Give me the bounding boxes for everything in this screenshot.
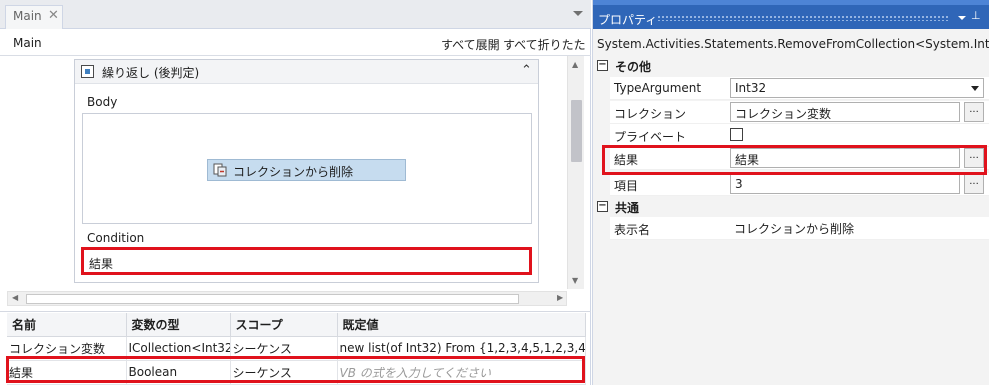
tab-main[interactable]: Main ✕ [5, 5, 63, 29]
do-while-title: 繰り返し (後判定) [102, 66, 200, 80]
properties-title: プロパティ [598, 13, 658, 27]
property-row-result[interactable]: 結果 結果 ... [610, 147, 989, 170]
type-argument-select[interactable]: Int32 [730, 78, 984, 98]
property-label: 結果 [614, 153, 639, 167]
scroll-down-icon[interactable]: ▼ [572, 276, 578, 285]
title-grip [657, 15, 950, 21]
chevron-down-icon[interactable] [573, 11, 583, 16]
dropdown-arrow-icon[interactable] [971, 86, 979, 91]
variable-name[interactable]: コレクション変数 [7, 336, 127, 361]
close-icon[interactable]: ✕ [48, 8, 59, 23]
scroll-left-icon[interactable]: ◀ [12, 293, 18, 302]
property-row-private[interactable]: プライベート [610, 124, 989, 147]
category-common[interactable]: − 共通 [593, 197, 989, 217]
collapse-icon[interactable]: ⌃ [521, 63, 532, 78]
variable-type[interactable]: ICollection<Int32> [126, 336, 231, 361]
ellipsis-button[interactable]: ... [964, 148, 984, 168]
remove-from-collection-icon [213, 163, 227, 177]
collapse-toggle-icon[interactable]: − [597, 60, 608, 71]
scroll-up-icon[interactable]: ▲ [572, 60, 578, 69]
horizontal-scroll-thumb[interactable] [26, 294, 519, 304]
variable-scope[interactable]: シーケンス [230, 336, 338, 361]
workflow-designer: Main ✕ Main すべて展開 すべて折りたたみ 繰り返し (後判定) ⌃ … [0, 0, 591, 385]
condition-label: Condition [87, 231, 145, 245]
property-label: 項目 [614, 179, 639, 193]
property-row-item[interactable]: 項目 3 ... [610, 173, 989, 196]
variable-name[interactable]: 結果 [7, 360, 127, 385]
do-while-header: 繰り返し (後判定) ⌃ [75, 60, 538, 84]
property-label: TypeArgument [614, 81, 702, 95]
vertical-scrollbar[interactable]: ▲ ▼ [567, 56, 584, 289]
property-row-type-argument[interactable]: TypeArgument Int32 [610, 77, 989, 100]
table-row[interactable]: コレクション変数 ICollection<Int32> シーケンス new li… [7, 336, 586, 361]
selected-object-type: System.Activities.Statements.RemoveFromC… [597, 37, 989, 51]
scroll-right-icon[interactable]: ▶ [557, 293, 563, 302]
variable-type[interactable]: Boolean [126, 360, 231, 385]
property-row-collection[interactable]: コレクション コレクション変数 ... [610, 101, 989, 124]
variables-table: 名前 変数の型 スコープ 既定値 コレクション変数 ICollection<In… [7, 313, 586, 385]
designer-canvas: 繰り返し (後判定) ⌃ Body コレクションから削除 Condition 結… [0, 56, 567, 289]
property-label: コレクション [614, 107, 687, 121]
table-header-row: 名前 変数の型 スコープ 既定値 [7, 313, 586, 337]
category-name: 共通 [615, 201, 640, 215]
item-input[interactable]: 3 [730, 174, 960, 194]
property-row-display-name[interactable]: 表示名 コレクションから削除 [610, 217, 989, 240]
column-header-default[interactable]: 既定値 [337, 313, 586, 337]
pin-icon[interactable]: ⊥ [971, 9, 981, 22]
category-misc[interactable]: − その他 [593, 56, 989, 76]
category-name: その他 [615, 60, 652, 74]
expand-all-button[interactable]: すべて展開 [441, 36, 500, 53]
body-drop-area[interactable]: コレクションから削除 [82, 113, 532, 224]
do-while-activity[interactable]: 繰り返し (後判定) ⌃ Body コレクションから削除 Condition 結… [74, 59, 539, 283]
table-row[interactable]: 結果 Boolean シーケンス VB の式を入力してください [7, 360, 586, 385]
variable-default-placeholder[interactable]: VB の式を入力してください [337, 360, 586, 385]
tab-main-label: Main [13, 9, 42, 23]
collapse-toggle-icon[interactable]: − [597, 201, 608, 212]
collection-input[interactable]: コレクション変数 [730, 102, 960, 122]
variable-default[interactable]: new list(of Int32) From {1,2,3,4,5,1,2,3… [337, 336, 586, 361]
activity-label: コレクションから削除 [233, 165, 354, 179]
chevron-down-icon[interactable] [958, 16, 966, 20]
column-header-type[interactable]: 変数の型 [126, 313, 231, 337]
properties-panel: プロパティ ⊥ System.Activities.Statements.Rem… [592, 0, 989, 385]
variable-scope[interactable]: シーケンス [230, 360, 338, 385]
property-value: Int32 [735, 81, 767, 95]
display-name-input[interactable]: コレクションから削除 [730, 218, 960, 238]
designer-toolbar: Main すべて展開 すべて折りたたみ [0, 30, 591, 69]
body-label: Body [87, 95, 118, 109]
properties-title-bar: プロパティ ⊥ [593, 0, 989, 29]
ellipsis-button[interactable]: ... [964, 102, 984, 122]
condition-input[interactable]: 結果 [82, 249, 532, 275]
property-label: プライベート [614, 130, 687, 144]
vertical-scroll-thumb[interactable] [571, 100, 582, 162]
property-label: 表示名 [614, 223, 651, 237]
horizontal-scrollbar[interactable]: ◀ ▶ [7, 291, 567, 306]
document-tab-bar: Main ✕ [0, 0, 591, 29]
loop-icon [81, 65, 94, 78]
column-header-name[interactable]: 名前 [7, 313, 127, 337]
breadcrumb[interactable]: Main [13, 36, 42, 50]
column-header-scope[interactable]: スコープ [230, 313, 338, 337]
variables-panel: 名前 変数の型 スコープ 既定値 コレクション変数 ICollection<In… [0, 311, 591, 385]
ellipsis-button[interactable]: ... [964, 174, 984, 194]
result-input[interactable]: 結果 [730, 148, 960, 168]
remove-from-collection-activity[interactable]: コレクションから削除 [207, 159, 406, 181]
private-checkbox[interactable] [730, 128, 743, 141]
